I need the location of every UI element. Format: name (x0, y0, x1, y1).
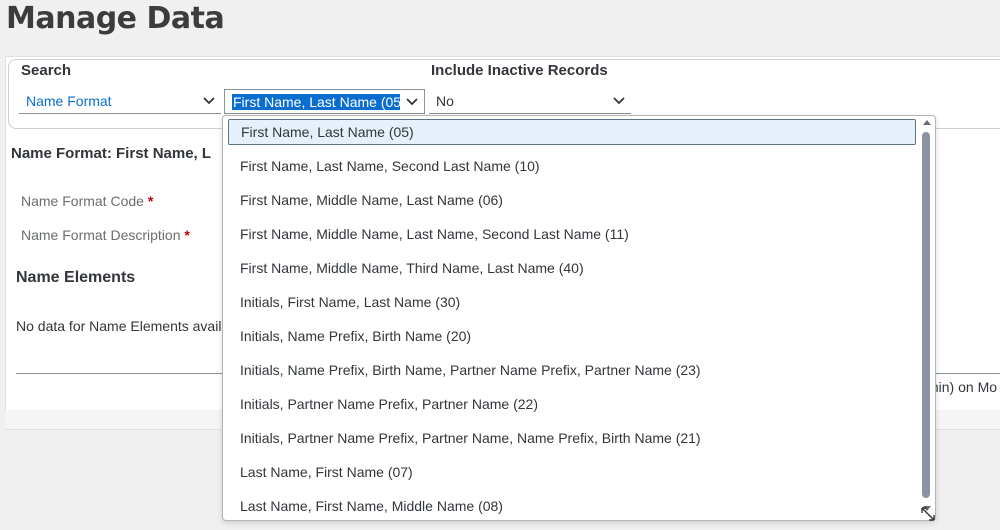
dropdown-option[interactable]: Last Name, First Name, Middle Name (08) (228, 493, 916, 519)
dropdown-option[interactable]: Initials, Partner Name Prefix, Partner N… (228, 391, 916, 417)
name-format-dropdown-list[interactable]: First Name, Last Name (05) First Name, L… (222, 115, 936, 521)
dropdown-option[interactable]: Initials, First Name, Last Name (30) (228, 289, 916, 315)
name-format-code-label: Name Format Code * (21, 193, 153, 209)
include-inactive-select[interactable]: No (429, 89, 631, 114)
search-value-text[interactable]: First Name, Last Name (05) (232, 93, 400, 110)
page-title: Manage Data (6, 1, 225, 36)
chevron-down-icon[interactable] (197, 89, 221, 113)
chevron-down-icon[interactable] (400, 90, 424, 114)
dropdown-option[interactable]: First Name, Middle Name, Last Name (06) (228, 187, 916, 213)
required-marker: * (147, 193, 154, 209)
required-marker: * (184, 227, 190, 243)
dropdown-option[interactable]: Last Name, First Name (07) (228, 459, 916, 485)
resize-handle-icon[interactable] (919, 505, 937, 523)
field-label-text: Name Format Code (21, 193, 144, 209)
scroll-up-icon[interactable] (923, 120, 931, 125)
search-field-value: Name Format (26, 93, 112, 109)
search-label: Search (21, 62, 72, 79)
dropdown-option[interactable]: First Name, Middle Name, Third Name, Las… (228, 255, 916, 281)
detail-title: Name Format: First Name, L (11, 145, 212, 162)
dropdown-option[interactable]: First Name, Middle Name, Last Name, Seco… (228, 221, 916, 247)
name-elements-title: Name Elements (16, 269, 136, 286)
search-value-select[interactable]: First Name, Last Name (05) (224, 89, 425, 114)
include-inactive-value: No (436, 93, 454, 109)
dropdown-option[interactable]: Initials, Partner Name Prefix, Partner N… (228, 425, 916, 451)
scrollbar-thumb[interactable] (922, 132, 930, 498)
chevron-down-icon[interactable] (607, 89, 631, 113)
field-label-text: Name Format Description (21, 227, 181, 243)
include-inactive-label: Include Inactive Records (431, 62, 608, 79)
dropdown-option[interactable]: Initials, Name Prefix, Birth Name, Partn… (228, 357, 916, 383)
last-modified-text: min) on Mo (927, 379, 998, 395)
dropdown-option[interactable]: Initials, Name Prefix, Birth Name (20) (228, 323, 916, 349)
no-data-message: No data for Name Elements availa (16, 318, 230, 334)
dropdown-scrollbar[interactable] (921, 118, 933, 518)
name-format-description-label: Name Format Description * (21, 227, 190, 243)
dropdown-option[interactable]: First Name, Last Name (05) (228, 119, 916, 145)
dropdown-option[interactable]: First Name, Last Name, Second Last Name … (228, 153, 916, 179)
search-field-select[interactable]: Name Format (19, 89, 221, 114)
